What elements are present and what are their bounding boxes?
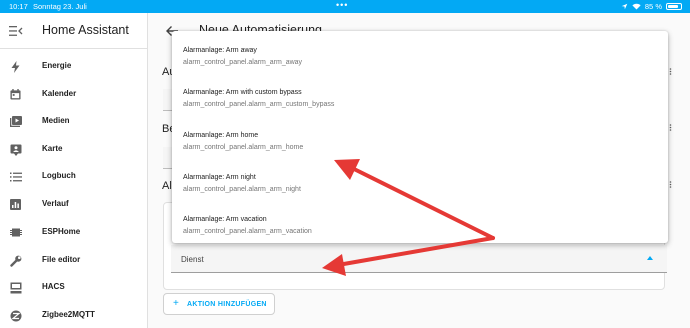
battery-icon (666, 3, 682, 10)
status-bar: 10:17 Sonntag 23. Juli ••• 85 % (0, 0, 690, 13)
wifi-icon (632, 3, 641, 10)
battery-fill (668, 5, 679, 8)
menu-collapse-icon[interactable] (9, 25, 23, 37)
dropdown-item-title: Alarmanlage: Arm night (183, 174, 256, 181)
dropdown-item-title: Alarmanlage: Arm with custom bypass (183, 89, 302, 96)
dropdown-item[interactable]: Alarmanlage: Arm vacation alarm_control_… (172, 204, 668, 243)
dropdown-item[interactable]: Alarmanlage: Arm home alarm_control_pane… (172, 120, 668, 162)
overflow-menu-icon[interactable] (669, 181, 672, 188)
sidebar-title: Home Assistant (42, 23, 129, 37)
caret-up-icon (647, 256, 653, 260)
overflow-menu-icon[interactable] (669, 124, 672, 131)
sidebar-item-label: Logbuch (42, 171, 76, 180)
dropdown-item-title: Alarmanlage: Arm vacation (183, 216, 267, 223)
sidebar-item-label: ESPHome (42, 227, 81, 236)
dropdown-item[interactable]: Alarmanlage: Arm night alarm_control_pan… (172, 162, 668, 204)
sidebar-item-esphome[interactable]: ESPHome (0, 220, 148, 245)
sidebar-item-karte[interactable]: Karte (0, 137, 148, 162)
history-icon (9, 198, 22, 211)
plus-icon: + (173, 298, 179, 309)
sidebar-item-kalender[interactable]: Kalender (0, 82, 148, 107)
dropdown-item-title: Alarmanlage: Arm away (183, 47, 257, 54)
sidebar-item-label: HACS (42, 282, 65, 291)
sidebar-item-energie[interactable]: Energie (0, 54, 148, 79)
sidebar-header: Home Assistant (0, 13, 148, 49)
dropdown-item[interactable]: Alarmanlage: Arm with custom bypass alar… (172, 77, 668, 119)
dropdown-item-service: alarm_control_panel.alarm_arm_night (183, 186, 301, 193)
sidebar-item-label: Karte (42, 144, 63, 153)
sidebar-item-label: Zigbee2MQTT (42, 310, 95, 319)
location-icon (621, 3, 628, 10)
sidebar-item-hacs[interactable]: HACS (0, 275, 148, 300)
sidebar-item-label: Verlauf (42, 199, 69, 208)
add-action-label: AKTION HINZUFÜGEN (187, 301, 267, 308)
service-select-label: Dienst (181, 255, 204, 264)
status-right: 85 % (621, 2, 682, 11)
battery-percent: 85 % (644, 2, 662, 11)
sidebar-item-label: Kalender (42, 89, 77, 98)
status-time: 10:17 (9, 2, 28, 11)
dropdown-item-service: alarm_control_panel.alarm_arm_home (183, 144, 304, 151)
dropdown-item-service: alarm_control_panel.alarm_arm_custom_byp… (183, 101, 335, 108)
dropdown-item-service: alarm_control_panel.alarm_arm_vacation (183, 228, 312, 235)
sidebar-item-logbuch[interactable]: Logbuch (0, 164, 148, 189)
sidebar-item-label: Medien (42, 116, 70, 125)
multitask-dots[interactable]: ••• (336, 0, 348, 10)
media-icon (9, 115, 22, 128)
wrench-icon (9, 254, 22, 267)
service-select[interactable]: Dienst (171, 245, 667, 273)
zigbee-icon (9, 309, 22, 322)
lightning-icon (9, 60, 22, 73)
overflow-menu-icon[interactable] (669, 68, 672, 75)
calendar-icon (9, 88, 22, 101)
sidebar-item-medien[interactable]: Medien (0, 109, 148, 134)
map-icon (9, 143, 22, 156)
sidebar-item-zigbee2mqtt[interactable]: Zigbee2MQTT (0, 303, 148, 328)
section-heading-3: Al (162, 180, 172, 192)
sidebar-item-verlauf[interactable]: Verlauf (0, 192, 148, 217)
status-date: Sonntag 23. Juli (33, 2, 87, 11)
sidebar-item-label: Energie (42, 61, 72, 70)
esphome-icon (9, 226, 22, 239)
add-action-button[interactable]: + AKTION HINZUFÜGEN (163, 293, 275, 315)
sidebar-item-file-editor[interactable]: File editor (0, 248, 148, 273)
dropdown-item-title: Alarmanlage: Arm home (183, 132, 259, 139)
sidebar-item-label: File editor (42, 255, 81, 264)
dropdown-item-service: alarm_control_panel.alarm_arm_away (183, 59, 303, 66)
sidebar: Home Assistant Energie Kalender Medien K… (0, 13, 148, 328)
hacs-icon (9, 281, 22, 294)
logbook-icon (9, 170, 22, 183)
dropdown-item[interactable]: Alarmanlage: Arm away alarm_control_pane… (172, 35, 668, 77)
service-dropdown-list: Alarmanlage: Arm away alarm_control_pane… (172, 31, 668, 243)
